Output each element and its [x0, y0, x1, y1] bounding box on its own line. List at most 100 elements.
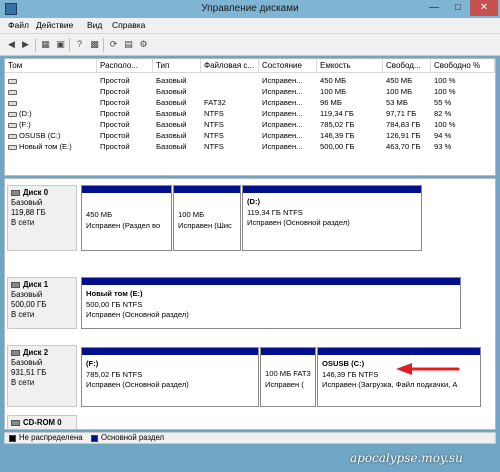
volume-cell-type: Базовый — [153, 97, 201, 108]
volume-free: 53 МБ — [386, 98, 408, 107]
primary-partition-bar — [261, 348, 315, 355]
volume-cell-layout: Простой — [97, 141, 153, 152]
minimize-button[interactable]: — — [422, 0, 446, 16]
partition-status: Исправен (Основной раздел) — [86, 310, 189, 319]
disk-0-label[interactable]: Диск 0 Базовый 119,88 ГБ В сети — [7, 185, 77, 251]
volume-row[interactable]: Простой Базовый Исправен... 450 МБ 450 МБ 100… — [5, 75, 495, 86]
rescan-disks-icon[interactable]: ▤ — [123, 39, 134, 50]
volume-row[interactable]: Простой Базовый FAT32 Исправен... 96 МБ 53 МБ… — [5, 97, 495, 108]
view-icon[interactable]: ▩ — [89, 39, 100, 50]
volume-free_pct: 100 % — [434, 76, 456, 85]
primary-partition-swatch — [91, 435, 98, 442]
column-header-free-space[interactable]: Свобод... — [383, 59, 431, 73]
drive-icon — [8, 144, 17, 150]
volume-free: 450 МБ — [386, 76, 413, 85]
volume-cell-capacity: 96 МБ — [317, 97, 383, 108]
volume-row[interactable]: (D:) Простой Базовый NTFS Исправен... 119,34 … — [5, 108, 495, 119]
disk-kind: Базовый — [11, 290, 43, 299]
watermark: apocalypse.moy.su — [350, 451, 463, 465]
column-header-layout[interactable]: Располо... — [97, 59, 153, 73]
toolbar-separator — [103, 38, 104, 52]
partition-title: Новый том (E:) — [86, 289, 143, 298]
partition-f[interactable]: (F:) 785,02 ГБ NTFS Исправен (Основной раз… — [81, 347, 259, 407]
partition-c[interactable]: OSUSB (C:) 146,39 ГБ NTFS Исправен (Загруз… — [317, 347, 481, 407]
volume-layout: Простой — [100, 76, 130, 85]
volume-capacity: 96 МБ — [320, 98, 342, 107]
volume-fs: FAT32 — [204, 98, 226, 107]
toolbar-separator — [35, 38, 36, 52]
primary-partition-bar — [82, 348, 258, 355]
legend-bar: Не распределена Основной раздел — [4, 432, 496, 444]
properties-icon[interactable]: ▣ — [55, 39, 66, 50]
menu-action[interactable]: Действие — [36, 20, 73, 30]
menu-view[interactable]: Вид — [87, 20, 102, 30]
column-header-filesystem[interactable]: Файловая с... — [201, 59, 259, 73]
forward-icon[interactable]: ▶ — [20, 39, 31, 50]
disk-name: Диск 1 — [23, 280, 49, 289]
partition-e[interactable]: Новый том (E:) 500,00 ГБ NTFS Исправен (Ос… — [81, 277, 461, 329]
column-header-capacity[interactable]: Емкость — [317, 59, 383, 73]
volume-type: Базовый — [156, 98, 187, 107]
column-header-status[interactable]: Состояние — [259, 59, 317, 73]
cdrom-0-label[interactable]: CD-ROM 0 CD-ROM (G:) — [7, 415, 77, 429]
partition[interactable]: 100 МБ FAT3 Исправен ( — [260, 347, 316, 407]
column-header-free-percent[interactable]: Свободно % — [431, 59, 495, 73]
disk-1-label[interactable]: Диск 1 Базовый 500,00 ГБ В сети — [7, 277, 77, 329]
menu-help[interactable]: Справка — [112, 20, 145, 30]
partition[interactable]: 100 МБ Исправен (Шис — [173, 185, 241, 251]
partition-status: Исправен (Основной раздел) — [86, 380, 189, 389]
volume-free: 97,71 ГБ — [386, 109, 417, 118]
volume-capacity: 119,34 ГБ — [320, 109, 354, 118]
volume-row[interactable]: Новый том (E:) Простой Базовый NTFS Исправен… — [5, 141, 495, 152]
volume-cell-free: 463,70 ГБ — [383, 141, 431, 152]
cdrom-icon — [11, 419, 20, 426]
title-bar[interactable]: Управление дисками — □ ✕ — [0, 0, 500, 18]
volume-cell-layout: Простой — [97, 108, 153, 119]
volume-free_pct: 82 % — [434, 109, 452, 118]
partition-d[interactable]: (D:) 119,34 ГБ NTFS Исправен (Основной раз… — [242, 185, 422, 251]
disk-2-label[interactable]: Диск 2 Базовый 931,51 ГБ В сети — [7, 345, 77, 407]
primary-partition-bar — [82, 186, 171, 193]
volume-cell-status: Исправен... — [259, 108, 317, 119]
volume-capacity: 100 МБ — [320, 87, 347, 96]
volume-cell-free_pct: 100 % — [431, 119, 495, 130]
volume-layout: Простой — [100, 87, 130, 96]
toolbar-separator — [69, 38, 70, 52]
refresh-icon[interactable]: ⟳ — [108, 39, 119, 50]
primary-partition-bar — [82, 278, 460, 285]
volume-cell-name: (F:) — [5, 119, 97, 130]
volume-row[interactable]: (F:) Простой Базовый NTFS Исправен... 785,02 … — [5, 119, 495, 130]
volume-cell-status: Исправен... — [259, 130, 317, 141]
volume-free_pct: 55 % — [434, 98, 452, 107]
volume-cell-status: Исправен... — [259, 75, 317, 86]
volume-status: Исправен... — [262, 120, 303, 129]
volume-cell-free: 450 МБ — [383, 75, 431, 86]
menu-file[interactable]: Файл — [8, 20, 29, 30]
partition-title: (F:) — [86, 359, 99, 368]
partition-size: 119,34 ГБ NTFS — [247, 207, 303, 217]
volume-row[interactable]: Простой Базовый Исправен... 100 МБ 100 МБ 100… — [5, 86, 495, 97]
volume-cell-name: (D:) — [5, 108, 97, 119]
close-button[interactable]: ✕ — [470, 0, 498, 16]
volume-layout: Простой — [100, 109, 130, 118]
volume-free: 100 МБ — [386, 87, 413, 96]
maximize-button[interactable]: □ — [446, 0, 470, 16]
volume-fs: NTFS — [204, 142, 224, 151]
partition[interactable]: 450 МБ Исправен (Раздел во — [81, 185, 172, 251]
volume-cell-name: Новый том (E:) — [5, 141, 97, 152]
volume-cell-fs: NTFS — [201, 141, 259, 152]
volume-name: OSUSB (C:) — [19, 131, 61, 140]
disk-size: 931,51 ГБ — [11, 368, 47, 377]
volume-cell-name — [5, 86, 97, 97]
help-icon[interactable]: ? — [74, 39, 85, 50]
column-header-volume[interactable]: Том — [5, 59, 97, 73]
volume-capacity: 146,39 ГБ — [320, 131, 355, 140]
column-header-type[interactable]: Тип — [153, 59, 201, 73]
back-icon[interactable]: ◀ — [6, 39, 17, 50]
show-hide-console-tree-icon[interactable]: ▦ — [40, 39, 51, 50]
volume-row[interactable]: OSUSB (C:) Простой Базовый NTFS Исправен... 1… — [5, 130, 495, 141]
volume-type: Базовый — [156, 109, 187, 118]
drive-icon — [8, 100, 17, 106]
settings-icon[interactable]: ⚙ — [138, 39, 149, 50]
volume-cell-status: Исправен... — [259, 86, 317, 97]
